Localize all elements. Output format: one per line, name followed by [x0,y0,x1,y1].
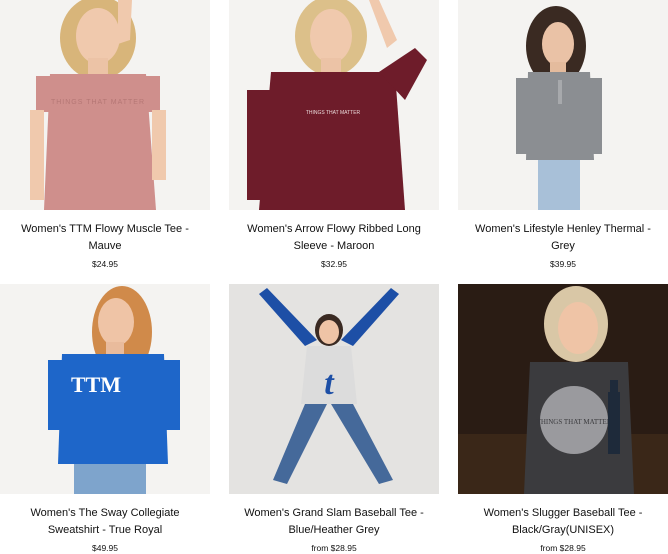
product-price: $24.95 [92,259,118,269]
product-price: $39.95 [550,259,576,269]
product-card[interactable]: Women's Lifestyle Henley Thermal - Grey … [458,0,668,270]
product-card[interactable]: THINGS THAT MATTER Women's TTM Flowy Mus… [0,0,210,270]
product-title[interactable]: Women's Arrow Flowy Ribbed Long Sleeve -… [229,221,439,255]
shirt-print: t [324,365,335,402]
product-image[interactable]: THINGS THAT MATTER [458,284,668,494]
product-title[interactable]: Women's Grand Slam Baseball Tee - Blue/H… [229,505,439,539]
product-price: $32.95 [321,259,347,269]
shirt-print: THINGS THAT MATTER [537,418,612,426]
product-grid: THINGS THAT MATTER Women's TTM Flowy Mus… [0,0,668,553]
product-card[interactable]: THINGS THAT MATTER Women's Slugger Baseb… [458,284,668,554]
product-title[interactable]: Women's TTM Flowy Muscle Tee - Mauve [0,221,210,255]
product-price: $49.95 [92,543,118,553]
shirt-print: THINGS THAT MATTER [306,110,361,116]
product-card[interactable]: TTM Women's The Sway Collegiate Sweatshi… [0,284,210,554]
product-title[interactable]: Women's Lifestyle Henley Thermal - Grey [458,221,668,255]
product-card[interactable]: t Women's Grand Slam Baseball Tee - Blue… [229,284,439,554]
product-price: from $28.95 [540,543,586,553]
shirt-print: TTM [71,372,121,397]
product-image[interactable]: TTM [0,284,210,494]
product-image[interactable] [458,0,668,210]
product-title[interactable]: Women's The Sway Collegiate Sweatshirt -… [0,505,210,539]
shirt-print: THINGS THAT MATTER [51,99,145,106]
product-title[interactable]: Women's Slugger Baseball Tee - Black/Gra… [458,505,668,539]
product-card[interactable]: THINGS THAT MATTER Women's Arrow Flowy R… [229,0,439,270]
product-image[interactable]: t [229,284,439,494]
product-price: from $28.95 [311,543,357,553]
product-image[interactable]: THINGS THAT MATTER [229,0,439,210]
product-image[interactable]: THINGS THAT MATTER [0,0,210,210]
